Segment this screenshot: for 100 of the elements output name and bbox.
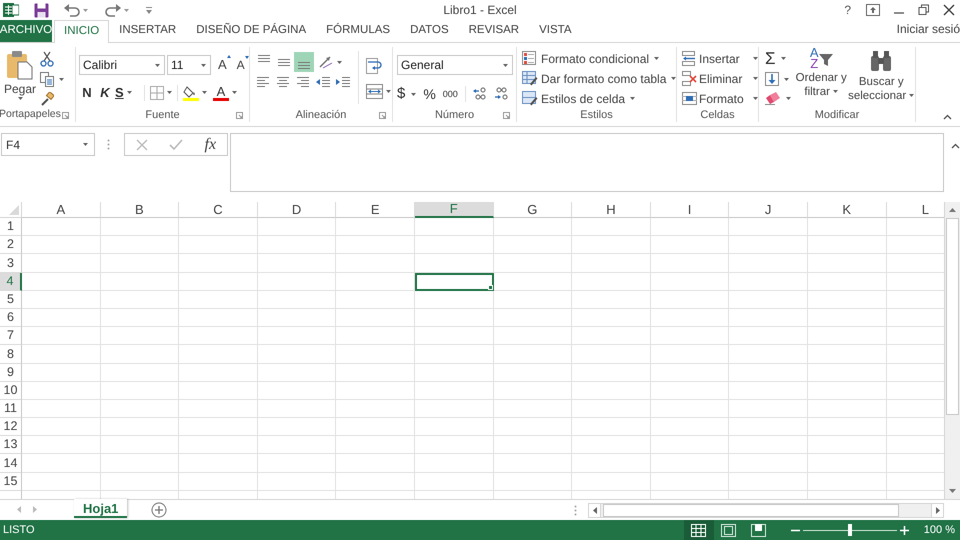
- row-header[interactable]: 12: [0, 418, 22, 436]
- borders-icon[interactable]: [150, 86, 164, 100]
- ribbon-tab[interactable]: INICIO: [54, 20, 110, 43]
- grid-cell[interactable]: [100, 418, 180, 436]
- grid-cell[interactable]: [572, 218, 651, 236]
- grid-cell[interactable]: [729, 254, 808, 273]
- undo-icon[interactable]: [64, 3, 80, 17]
- grid-cell[interactable]: [179, 364, 258, 382]
- ribbon-display-icon[interactable]: [866, 4, 880, 16]
- grid-cell[interactable]: [494, 345, 572, 364]
- horizontal-scrollbar[interactable]: [588, 503, 944, 518]
- format-painter-icon[interactable]: [40, 92, 54, 106]
- grid-cell[interactable]: [258, 254, 336, 273]
- grid-cell[interactable]: [179, 345, 258, 364]
- grid-cell[interactable]: [414, 236, 494, 254]
- row-header[interactable]: 5: [0, 290, 22, 309]
- cell-cursor[interactable]: [414, 272, 494, 291]
- grid-cell[interactable]: [100, 436, 180, 454]
- grid-cell[interactable]: [494, 364, 572, 382]
- launcher-icon[interactable]: [503, 112, 510, 119]
- ribbon-tab[interactable]: ARCHIVO: [0, 20, 52, 42]
- grid-cell[interactable]: [336, 436, 415, 454]
- grid-cell[interactable]: [650, 290, 730, 309]
- insert-function-button[interactable]: fx: [204, 132, 216, 156]
- grid-cell[interactable]: [808, 454, 887, 473]
- grid-cell[interactable]: [572, 308, 651, 328]
- grid-cell[interactable]: [494, 400, 572, 418]
- column-header[interactable]: B: [100, 202, 180, 218]
- merge-cells-icon[interactable]: [366, 84, 383, 99]
- grid-cell[interactable]: [336, 254, 415, 273]
- grid-cell[interactable]: [414, 400, 494, 418]
- grid-cell[interactable]: [258, 290, 336, 309]
- grid-cell[interactable]: [808, 436, 887, 454]
- grid-cell[interactable]: [100, 364, 180, 382]
- percent-button[interactable]: %: [423, 84, 436, 105]
- cells-menu-button[interactable]: Eliminar: [682, 70, 758, 87]
- grid-cell[interactable]: [808, 327, 887, 346]
- grid-cell[interactable]: [572, 454, 651, 473]
- previous-sheet-icon[interactable]: [17, 506, 21, 513]
- column-header[interactable]: K: [808, 202, 887, 218]
- scroll-right-button[interactable]: [931, 504, 943, 517]
- column-header[interactable]: G: [494, 202, 572, 218]
- grid-cell[interactable]: [336, 272, 415, 291]
- grid-cell[interactable]: [414, 472, 494, 491]
- increase-indent-icon[interactable]: [336, 76, 350, 88]
- grid-cell[interactable]: [336, 472, 415, 491]
- bold-button[interactable]: N: [79, 83, 95, 102]
- grid-cell[interactable]: [258, 327, 336, 346]
- increase-decimal-icon[interactable]: [472, 87, 487, 102]
- grid-cell[interactable]: [650, 236, 730, 254]
- grid-cell[interactable]: [729, 454, 808, 473]
- collapse-ribbon-icon[interactable]: [943, 114, 952, 120]
- grid-cell[interactable]: [22, 236, 101, 254]
- grid-cell[interactable]: [179, 254, 258, 273]
- font-size-dropdown[interactable]: 11: [167, 55, 211, 75]
- column-header[interactable]: J: [729, 202, 808, 218]
- wrap-text-icon[interactable]: [366, 58, 382, 74]
- collapse-formula-bar-icon[interactable]: [951, 143, 960, 149]
- grid-cell[interactable]: [494, 436, 572, 454]
- column-header[interactable]: D: [258, 202, 336, 218]
- scissors-icon[interactable]: [40, 51, 54, 67]
- grid-cell[interactable]: [729, 436, 808, 454]
- grid-cell[interactable]: [572, 254, 651, 273]
- grid-cell[interactable]: [22, 454, 101, 473]
- grid-cell[interactable]: [414, 218, 494, 236]
- grid-cell[interactable]: [729, 290, 808, 309]
- grid-cell[interactable]: [650, 454, 730, 473]
- close-icon[interactable]: [943, 4, 955, 16]
- grid-cell[interactable]: [808, 236, 887, 254]
- restore-icon[interactable]: [918, 4, 930, 16]
- grid-cell[interactable]: [258, 272, 336, 291]
- select-all-icon[interactable]: [9, 205, 19, 215]
- row-header[interactable]: 6: [0, 308, 22, 328]
- zoom-slider-thumb[interactable]: [848, 524, 852, 536]
- grid-cell[interactable]: [179, 218, 258, 236]
- grow-font-button[interactable]: A: [216, 55, 233, 75]
- grid-cell[interactable]: [650, 436, 730, 454]
- grid-cell[interactable]: [494, 472, 572, 491]
- column-header[interactable]: L: [886, 202, 944, 218]
- autosum-button[interactable]: Σ: [765, 50, 791, 67]
- cells-menu-button[interactable]: Formato: [682, 90, 758, 107]
- grid-cell[interactable]: [572, 345, 651, 364]
- grid-cell[interactable]: [22, 290, 101, 309]
- vertical-scrollbar[interactable]: [944, 202, 960, 499]
- grid-cell[interactable]: [22, 472, 101, 491]
- grid-cell[interactable]: [414, 418, 494, 436]
- grid-cell[interactable]: [100, 254, 180, 273]
- grid-cell[interactable]: [729, 272, 808, 291]
- grid-cell[interactable]: [494, 236, 572, 254]
- grid-cell[interactable]: [22, 382, 101, 400]
- grid-cell[interactable]: [572, 290, 651, 309]
- grid-cell[interactable]: [414, 436, 494, 454]
- customize-toolbar-icon[interactable]: [146, 6, 152, 14]
- grid-cell[interactable]: [494, 308, 572, 328]
- row-header[interactable]: 1: [0, 218, 22, 236]
- grid-cell[interactable]: [650, 364, 730, 382]
- grid-cell[interactable]: [179, 290, 258, 309]
- grid-cell[interactable]: [572, 236, 651, 254]
- grid-cell[interactable]: [258, 345, 336, 364]
- grid-cell[interactable]: [572, 382, 651, 400]
